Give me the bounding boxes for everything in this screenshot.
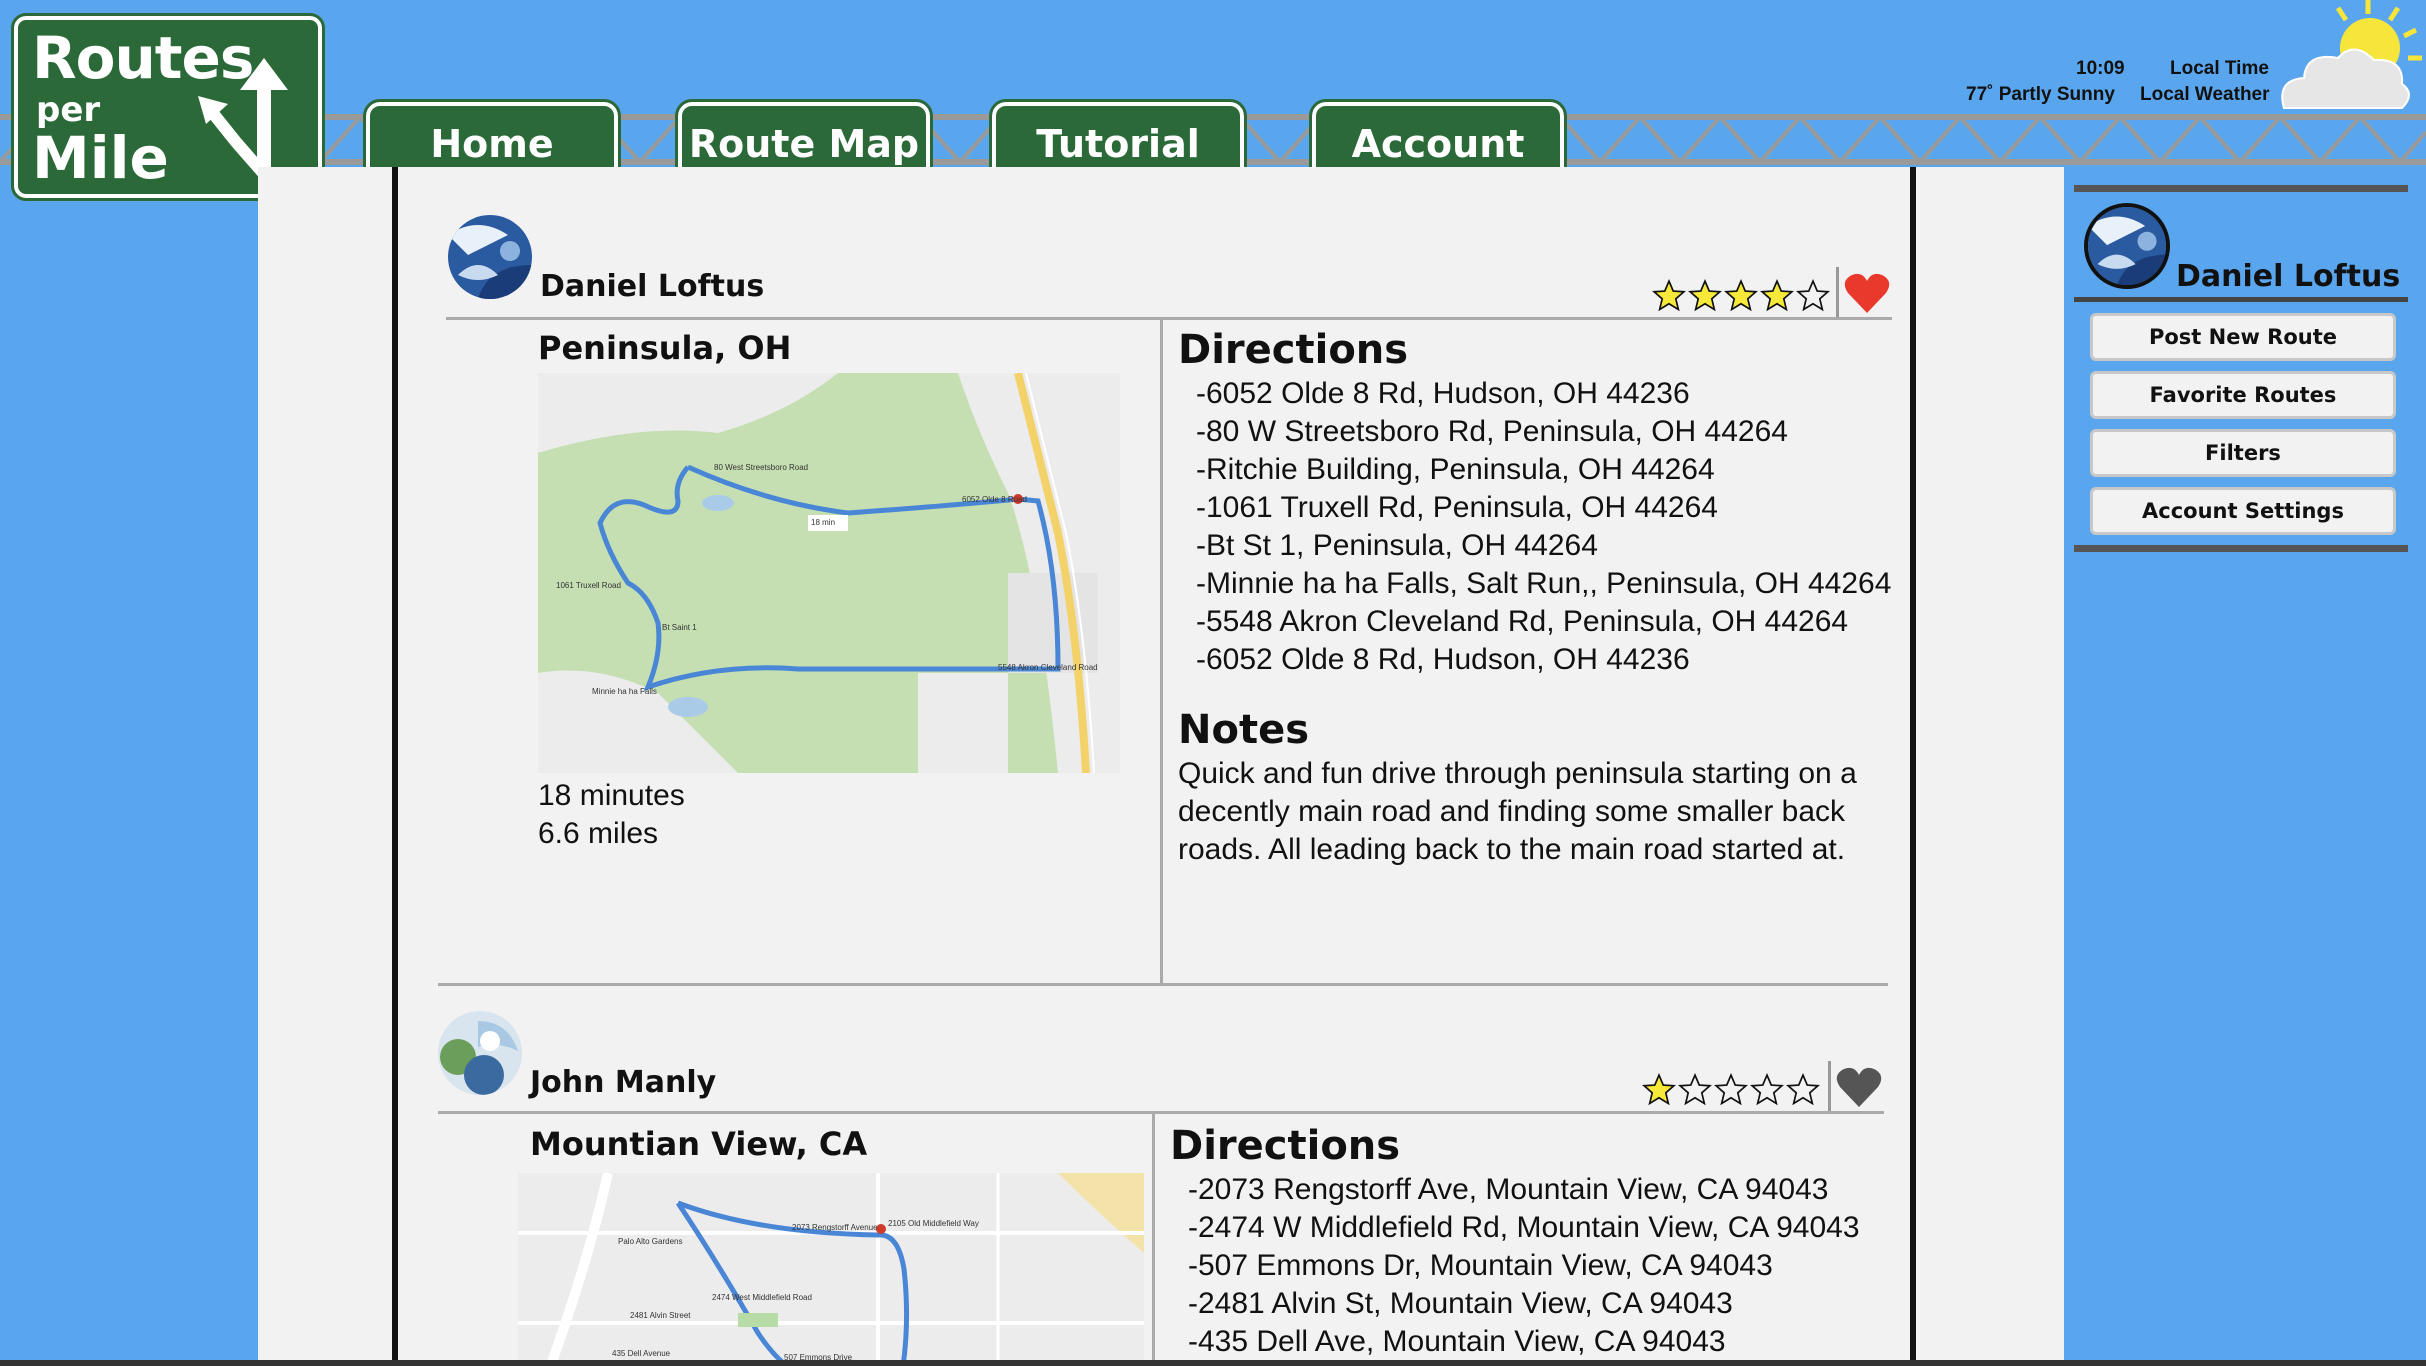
map-label: 2474 West Middlefield Road — [712, 1293, 812, 1302]
map-label: 6052 Olde 8 Road — [962, 495, 1027, 504]
filters-button[interactable]: Filters — [2090, 429, 2396, 477]
star-filled-icon[interactable] — [1652, 279, 1686, 313]
route-distance: 6.6 miles — [538, 817, 659, 850]
direction-step: -5548 Akron Cleveland Rd, Peninsula, OH … — [1196, 605, 1849, 638]
direction-step: -2481 Alvin St, Mountain View, CA 94043 — [1188, 1287, 1733, 1320]
avatar-art-icon — [2088, 207, 2166, 285]
rating-divider — [1828, 1061, 1831, 1113]
map-label: 80 West Streetsboro Road — [714, 463, 809, 472]
local-time: 10:09 — [2076, 58, 2125, 79]
map-label: 2073 Rengstorff Avenue — [792, 1223, 878, 1232]
favorite-routes-button[interactable]: Favorite Routes — [2090, 371, 2396, 419]
map-label: Palo Alto Gardens — [618, 1237, 683, 1246]
direction-step: -Bt St 1, Peninsula, OH 44264 — [1196, 529, 1598, 562]
direction-step: -435 Dell Ave, Mountain View, CA 94043 — [1188, 1325, 1726, 1358]
favorite-heart-icon[interactable] — [1836, 1065, 1882, 1109]
logo-line3: Mile — [32, 124, 169, 192]
post-header-divider — [446, 317, 1892, 320]
route-map-image[interactable]: Palo Alto Gardens 2073 Rengstorff Avenue… — [518, 1173, 1144, 1366]
star-filled-icon[interactable] — [1688, 279, 1722, 313]
map-label: 1061 Truxell Road — [556, 581, 621, 590]
star-empty-icon[interactable] — [1678, 1073, 1712, 1107]
sidebar-top-bar — [2074, 185, 2408, 192]
direction-step: -1061 Truxell Rd, Peninsula, OH 44264 — [1196, 491, 1718, 524]
direction-step: -507 Emmons Dr, Mountain View, CA 94043 — [1188, 1249, 1773, 1282]
right-gutter — [1916, 167, 2064, 1366]
post-username[interactable]: John Manly — [530, 1065, 716, 1100]
star-filled-icon[interactable] — [1760, 279, 1794, 313]
local-weather-label: Local Weather — [2140, 84, 2270, 105]
rating-stars-2[interactable] — [1642, 1073, 1820, 1107]
post-new-route-button[interactable]: Post New Route — [2090, 313, 2396, 361]
map-label: Bt Saint 1 — [662, 623, 697, 632]
direction-step: -6052 Olde 8 Rd, Hudson, OH 44236 — [1196, 643, 1690, 676]
avatar[interactable] — [438, 1011, 522, 1095]
map-label: 2481 Alvin Street — [630, 1311, 691, 1320]
map-label: 5548 Akron Cleveland Road — [998, 663, 1098, 672]
avatar-art-icon — [438, 1011, 522, 1095]
map-label: 435 Dell Avenue — [612, 1349, 671, 1358]
weather-conditions: 77˚ Partly Sunny — [1966, 84, 2115, 105]
sidebar-username[interactable]: Daniel Loftus — [2176, 259, 2400, 294]
rating-divider — [1836, 267, 1839, 319]
post-username[interactable]: Daniel Loftus — [540, 269, 764, 304]
direction-step: -6052 Olde 8 Rd, Hudson, OH 44236 — [1196, 377, 1690, 410]
post-header-divider — [438, 1111, 1884, 1114]
route-location: Peninsula, OH — [538, 329, 792, 367]
bottom-border — [0, 1360, 2426, 1366]
partly-sunny-icon — [2281, 0, 2422, 109]
route-notes: Quick and fun drive through peninsula st… — [1178, 757, 1857, 866]
star-empty-icon[interactable] — [1714, 1073, 1748, 1107]
route-feed[interactable]: Daniel Loftus Peninsula, OH 80 West Stre… — [392, 167, 1916, 1366]
direction-step: -80 W Streetsboro Rd, Peninsula, OH 4426… — [1196, 415, 1788, 448]
star-filled-icon[interactable] — [1642, 1073, 1676, 1107]
directions-heading: Directions — [1170, 1123, 1401, 1169]
directions-list: -2073 Rengstorff Ave, Mountain View, CA … — [1188, 1171, 1860, 1361]
star-empty-icon[interactable] — [1786, 1073, 1820, 1107]
map-label: 2105 Old Middlefield Way — [888, 1219, 979, 1228]
post-column-divider — [1160, 319, 1163, 985]
avatar[interactable] — [448, 215, 532, 299]
star-filled-icon[interactable] — [1724, 279, 1758, 313]
direction-step: -2073 Rengstorff Ave, Mountain View, CA … — [1188, 1173, 1829, 1206]
avatar-art-icon — [448, 215, 532, 299]
star-empty-icon[interactable] — [1796, 279, 1830, 313]
map-label: Minnie ha ha Falls — [592, 687, 657, 696]
sidebar-divider — [2074, 297, 2408, 302]
route-map-image[interactable]: 80 West Streetsboro Road 6052 Olde 8 Roa… — [538, 373, 1120, 773]
map-label: 18 min — [811, 518, 836, 527]
rating-stars-1[interactable] — [1652, 279, 1830, 313]
directions-list: -6052 Olde 8 Rd, Hudson, OH 44236 -80 W … — [1196, 375, 1891, 679]
direction-step: -Ritchie Building, Peninsula, OH 44264 — [1196, 453, 1715, 486]
account-settings-button[interactable]: Account Settings — [2090, 487, 2396, 535]
route-duration: 18 minutes — [538, 779, 685, 812]
direction-step: -Minnie ha ha Falls, Salt Run,, Peninsul… — [1196, 567, 1892, 600]
favorite-heart-icon[interactable] — [1844, 271, 1890, 315]
left-gutter — [258, 167, 392, 1366]
sidebar-bottom-bar — [2074, 545, 2408, 552]
post-divider — [438, 983, 1888, 986]
turn-arrow-icon — [198, 58, 288, 176]
post-column-divider — [1152, 1113, 1155, 1366]
sidebar: Daniel Loftus Post New Route Favorite Ro… — [2064, 167, 2426, 1366]
local-time-label: Local Time — [2170, 58, 2269, 79]
directions-heading: Directions — [1178, 327, 1409, 373]
route-location: Mountian View, CA — [530, 1125, 868, 1163]
direction-step: -2474 W Middlefield Rd, Mountain View, C… — [1188, 1211, 1860, 1244]
sidebar-avatar[interactable] — [2084, 203, 2170, 289]
notes-heading: Notes — [1178, 707, 1310, 753]
star-empty-icon[interactable] — [1750, 1073, 1784, 1107]
